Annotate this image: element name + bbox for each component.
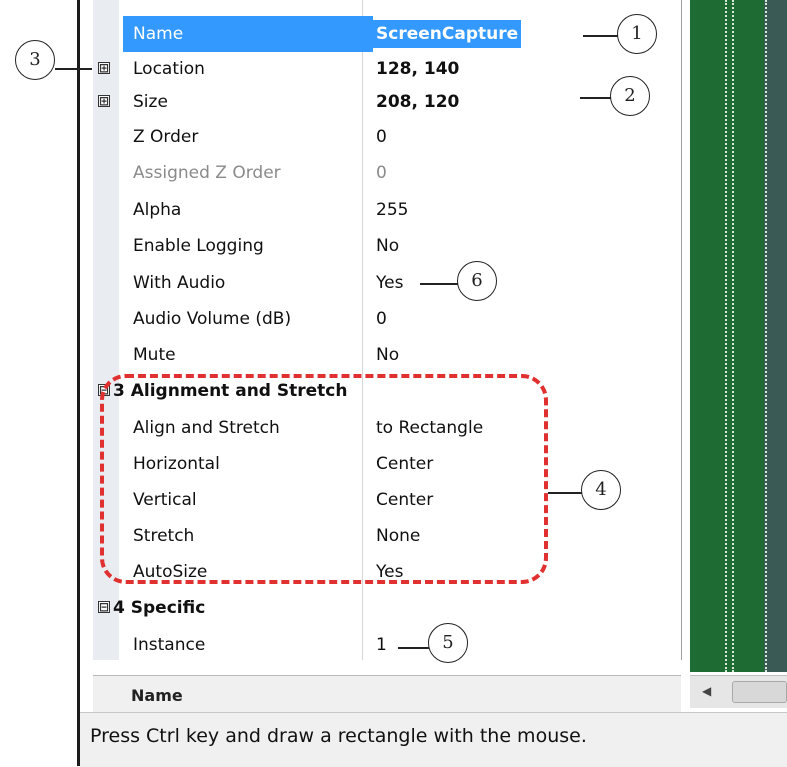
callout-5: 5 (428, 623, 468, 663)
property-value[interactable]: Yes (376, 265, 403, 301)
highlight-box (100, 374, 548, 584)
property-row-size[interactable]: ⊞ Size 208, 120 (93, 84, 681, 120)
property-label: Enable Logging (133, 236, 264, 256)
property-label: With Audio (133, 273, 226, 293)
property-value[interactable]: No (376, 228, 399, 264)
category-label: 4 Specific (113, 598, 206, 618)
property-row-mute[interactable]: Mute No (93, 337, 681, 373)
property-label: Alpha (133, 200, 182, 220)
callout-6: 6 (457, 261, 497, 301)
plus-box-icon[interactable]: ⊞ (98, 95, 110, 107)
callout-1: 1 (617, 14, 657, 54)
callout-3: 3 (15, 40, 55, 80)
canvas-dark-strip (764, 0, 787, 672)
property-value[interactable]: 1 (376, 627, 387, 663)
guide-line (725, 0, 727, 672)
property-row-enable-logging[interactable]: Enable Logging No (93, 228, 681, 264)
property-row-audio-volume[interactable]: Audio Volume (dB) 0 (93, 301, 681, 337)
scroll-left-arrow-icon[interactable]: ◀ (702, 684, 711, 698)
property-value: 0 (376, 163, 387, 183)
property-value[interactable]: 0 (376, 119, 387, 155)
property-row-name[interactable]: Name ScreenCapture (93, 16, 681, 52)
status-bar: Press Ctrl key and draw a rectangle with… (80, 712, 787, 767)
callout-leader (580, 97, 611, 99)
property-value[interactable]: 255 (376, 192, 408, 228)
property-value-input[interactable]: ScreenCapture (373, 20, 522, 48)
callout-leader (398, 647, 429, 649)
property-row-z-order[interactable]: Z Order 0 (93, 119, 681, 155)
guide-line (765, 0, 767, 672)
property-row-assigned-z-order: Assigned Z Order 0 (93, 155, 681, 191)
property-label: Instance (133, 635, 206, 655)
scroll-thumb[interactable] (732, 681, 787, 703)
property-value[interactable]: 208, 120 (376, 84, 459, 120)
property-row-location[interactable]: ⊞ Location 128, 140 (93, 51, 681, 87)
property-row-instance[interactable]: Instance 1 (93, 627, 681, 663)
callout-leader (55, 68, 92, 70)
property-label: Name (123, 16, 373, 52)
callout-leader (548, 492, 582, 494)
description-panel: Name (93, 675, 681, 716)
status-text: Press Ctrl key and draw a rectangle with… (90, 725, 587, 747)
minus-box-icon[interactable]: ⊟ (98, 601, 110, 613)
category-specific[interactable]: ⊟ 4 Specific (93, 590, 681, 626)
property-label: Location (133, 59, 205, 79)
property-label: Audio Volume (dB) (133, 309, 292, 329)
guide-line (732, 0, 734, 672)
callout-leader (420, 283, 458, 285)
plus-box-icon[interactable]: ⊞ (98, 62, 110, 74)
callout-leader (583, 35, 618, 37)
property-row-alpha[interactable]: Alpha 255 (93, 192, 681, 228)
property-value[interactable]: No (376, 337, 399, 373)
horizontal-scrollbar[interactable]: ◀ (690, 675, 787, 708)
property-label: Assigned Z Order (133, 163, 281, 183)
property-row-with-audio[interactable]: With Audio Yes (93, 265, 681, 301)
property-value[interactable]: 128, 140 (376, 51, 459, 87)
description-title: Name (131, 686, 183, 705)
callout-2: 2 (610, 76, 650, 116)
preview-canvas[interactable] (690, 0, 787, 672)
property-label: Size (133, 92, 168, 112)
property-value[interactable]: 0 (376, 301, 387, 337)
property-label: Z Order (133, 127, 199, 147)
property-label: Mute (133, 345, 176, 365)
callout-4: 4 (581, 470, 621, 510)
